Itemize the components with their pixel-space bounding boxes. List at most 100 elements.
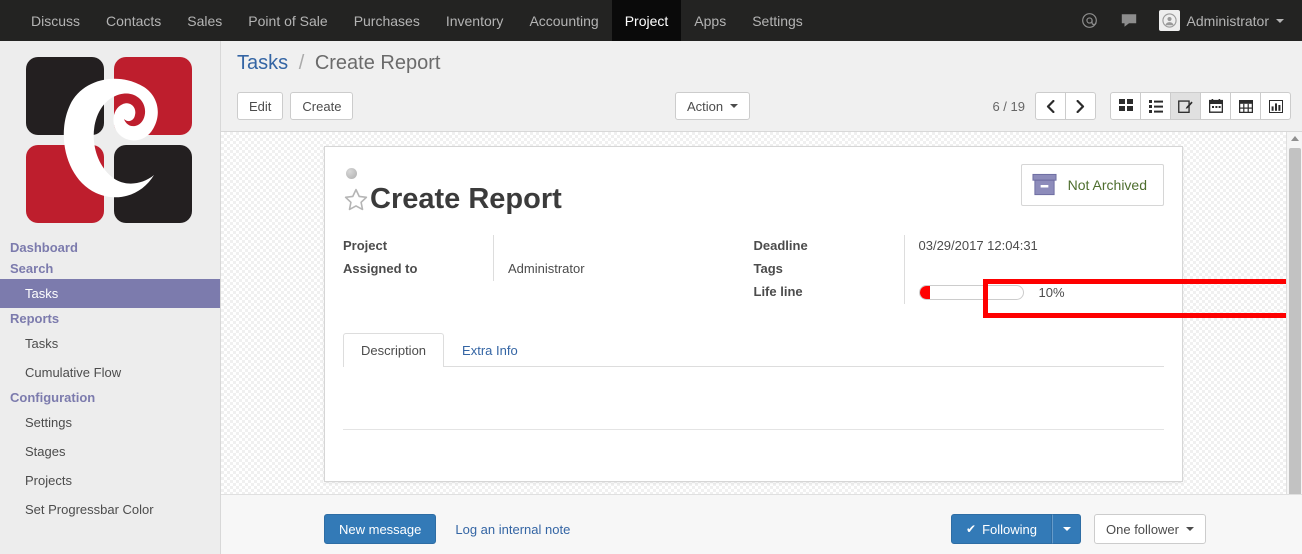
record-action-buttons: Edit Create xyxy=(237,92,354,120)
following-button[interactable]: ✔ Following xyxy=(951,514,1053,544)
menu-item-settings[interactable]: Settings xyxy=(739,0,816,41)
record-title-row: Create Report xyxy=(343,185,562,214)
field-label-deadline: Deadline xyxy=(753,238,808,253)
progress-percent-label: 10% xyxy=(1038,285,1065,300)
sidebar-group-reports[interactable]: Reports xyxy=(0,308,220,329)
field-value-deadline[interactable]: 03/29/2017 12:04:31 xyxy=(903,235,1139,258)
sidebar-group-configuration[interactable]: Configuration xyxy=(0,387,220,408)
sidebar-item-tasks[interactable]: Tasks xyxy=(0,329,220,358)
scroll-up-arrow-icon[interactable] xyxy=(1291,136,1299,141)
check-icon: ✔ xyxy=(966,522,977,536)
logo-c-letter-icon xyxy=(63,78,158,198)
sidebar: Dashboard Search Tasks Reports Tasks Cumulati… xyxy=(0,41,221,554)
tab-description[interactable]: Description xyxy=(343,333,445,367)
followers-count-label: One follower xyxy=(1106,521,1179,537)
company-logo[interactable] xyxy=(26,57,194,223)
calendar-view-icon[interactable] xyxy=(1200,92,1231,120)
chatter-bar: New message Log an internal note ✔ Follo… xyxy=(221,494,1302,554)
form-column-right: Deadline 03/29/2017 12:04:31 Tags Life line… xyxy=(754,235,1165,304)
menu-item-accounting[interactable]: Accounting xyxy=(516,0,611,41)
vertical-scrollbar[interactable] xyxy=(1286,132,1302,554)
chevron-down-icon xyxy=(1186,527,1194,531)
form-row: Project xyxy=(343,235,728,258)
pager-previous-button[interactable] xyxy=(1035,92,1066,120)
menu-item-sales[interactable]: Sales xyxy=(174,0,235,41)
sidebar-item-cumulative-flow[interactable]: Cumulative Flow xyxy=(0,358,220,387)
progress-bar-track[interactable] xyxy=(918,285,1024,300)
chat-bubble-icon[interactable] xyxy=(1109,12,1149,29)
field-label-project: Project xyxy=(343,238,388,253)
form-row: Assigned to Administrator xyxy=(343,258,728,281)
breadcrumb-tasks-link[interactable]: Tasks xyxy=(237,52,288,74)
tab-extra-info[interactable]: Extra Info xyxy=(444,333,536,367)
archive-box-icon xyxy=(1032,173,1057,197)
progressbar-widget[interactable]: 10% xyxy=(903,281,1139,304)
pager-and-views: 6 / 19 xyxy=(992,92,1291,120)
menu-item-inventory[interactable]: Inventory xyxy=(433,0,517,41)
chatter-compose-controls: New message Log an internal note xyxy=(324,514,570,544)
menu-item-point-of-sale[interactable]: Point of Sale xyxy=(235,0,340,41)
kanban-state-indicator[interactable] xyxy=(346,168,357,179)
pivot-view-icon[interactable] xyxy=(1230,92,1261,120)
pager-counter: 6 / 19 xyxy=(992,98,1025,114)
field-value-assigned-to[interactable]: Administrator xyxy=(493,258,728,281)
sidebar-item-settings[interactable]: Settings xyxy=(0,408,220,437)
field-label-tags: Tags xyxy=(753,261,783,276)
navbar-right-tools: Administrator xyxy=(1070,0,1302,41)
new-message-button[interactable]: New message xyxy=(324,514,437,544)
star-icon[interactable] xyxy=(343,187,369,213)
form-notebook: Description Extra Info xyxy=(343,333,1164,430)
archived-toggle-button[interactable]: Not Archived xyxy=(1020,164,1164,206)
at-sign-icon[interactable] xyxy=(1070,12,1109,29)
kanban-view-icon[interactable] xyxy=(1110,92,1141,120)
breadcrumb-current: Create Report xyxy=(314,52,441,74)
chevron-down-icon xyxy=(1276,18,1284,23)
avatar xyxy=(1158,10,1180,31)
create-button[interactable]: Create xyxy=(290,92,354,120)
sidebar-item-set-progressbar-color[interactable]: Set Progressbar Color xyxy=(0,495,220,524)
field-value-project[interactable] xyxy=(493,235,728,258)
sidebar-item-stages[interactable]: Stages xyxy=(0,437,220,466)
field-value-tags[interactable] xyxy=(903,258,1139,281)
user-name-label: Administrator xyxy=(1186,12,1269,29)
logo-container xyxy=(0,41,220,237)
main-menu: Discuss Contacts Sales Point of Sale Purchas… xyxy=(18,0,816,41)
form-view-icon[interactable] xyxy=(1170,92,1201,120)
sidebar-group-dashboard[interactable]: Dashboard xyxy=(0,237,220,258)
menu-item-project[interactable]: Project xyxy=(611,0,682,41)
following-dropdown-toggle[interactable] xyxy=(1052,514,1082,544)
field-label-life-line: Life line xyxy=(753,284,803,299)
chevron-down-icon xyxy=(1062,527,1071,531)
form-view-content: Not Archived Create Report Project Assign… xyxy=(221,132,1302,554)
scrollbar-thumb[interactable] xyxy=(1289,148,1301,552)
menu-item-purchases[interactable]: Purchases xyxy=(341,0,433,41)
action-dropdown[interactable]: Action xyxy=(675,92,751,120)
sidebar-item-tasks[interactable]: Tasks xyxy=(0,279,220,308)
form-column-left: Project Assigned to Administrator xyxy=(343,235,754,304)
log-internal-note-link[interactable]: Log an internal note xyxy=(455,522,570,537)
menu-item-discuss[interactable]: Discuss xyxy=(18,0,93,41)
user-menu[interactable]: Administrator xyxy=(1149,10,1290,31)
sidebar-item-projects[interactable]: Projects xyxy=(0,466,220,495)
top-navbar: Discuss Contacts Sales Point of Sale Purchas… xyxy=(0,0,1302,41)
chevron-right-icon xyxy=(1076,99,1085,113)
chatter-follower-controls: ✔ Following One follower xyxy=(951,514,1206,544)
chevron-down-icon xyxy=(730,104,739,108)
field-label-assigned-to: Assigned to xyxy=(343,261,418,276)
tab-pane-description xyxy=(343,367,1164,430)
form-fields: Project Assigned to Administrator Deadline… xyxy=(343,235,1164,304)
menu-item-apps[interactable]: Apps xyxy=(681,0,739,41)
sidebar-group-search[interactable]: Search xyxy=(0,258,220,279)
pager-next-button[interactable] xyxy=(1065,92,1096,120)
graph-view-icon[interactable] xyxy=(1260,92,1291,120)
edit-button[interactable]: Edit xyxy=(237,92,284,120)
list-view-icon[interactable] xyxy=(1140,92,1171,120)
control-panel: Tasks / Create Report Edit Create Action… xyxy=(221,41,1302,132)
menu-item-contacts[interactable]: Contacts xyxy=(93,0,174,41)
notebook-tabs: Description Extra Info xyxy=(343,333,1164,367)
following-label: Following xyxy=(982,521,1038,537)
breadcrumb-separator: / xyxy=(298,52,305,74)
archived-status-label: Not Archived xyxy=(1067,177,1147,193)
pager-buttons xyxy=(1035,92,1096,120)
followers-count-button[interactable]: One follower xyxy=(1094,514,1206,544)
